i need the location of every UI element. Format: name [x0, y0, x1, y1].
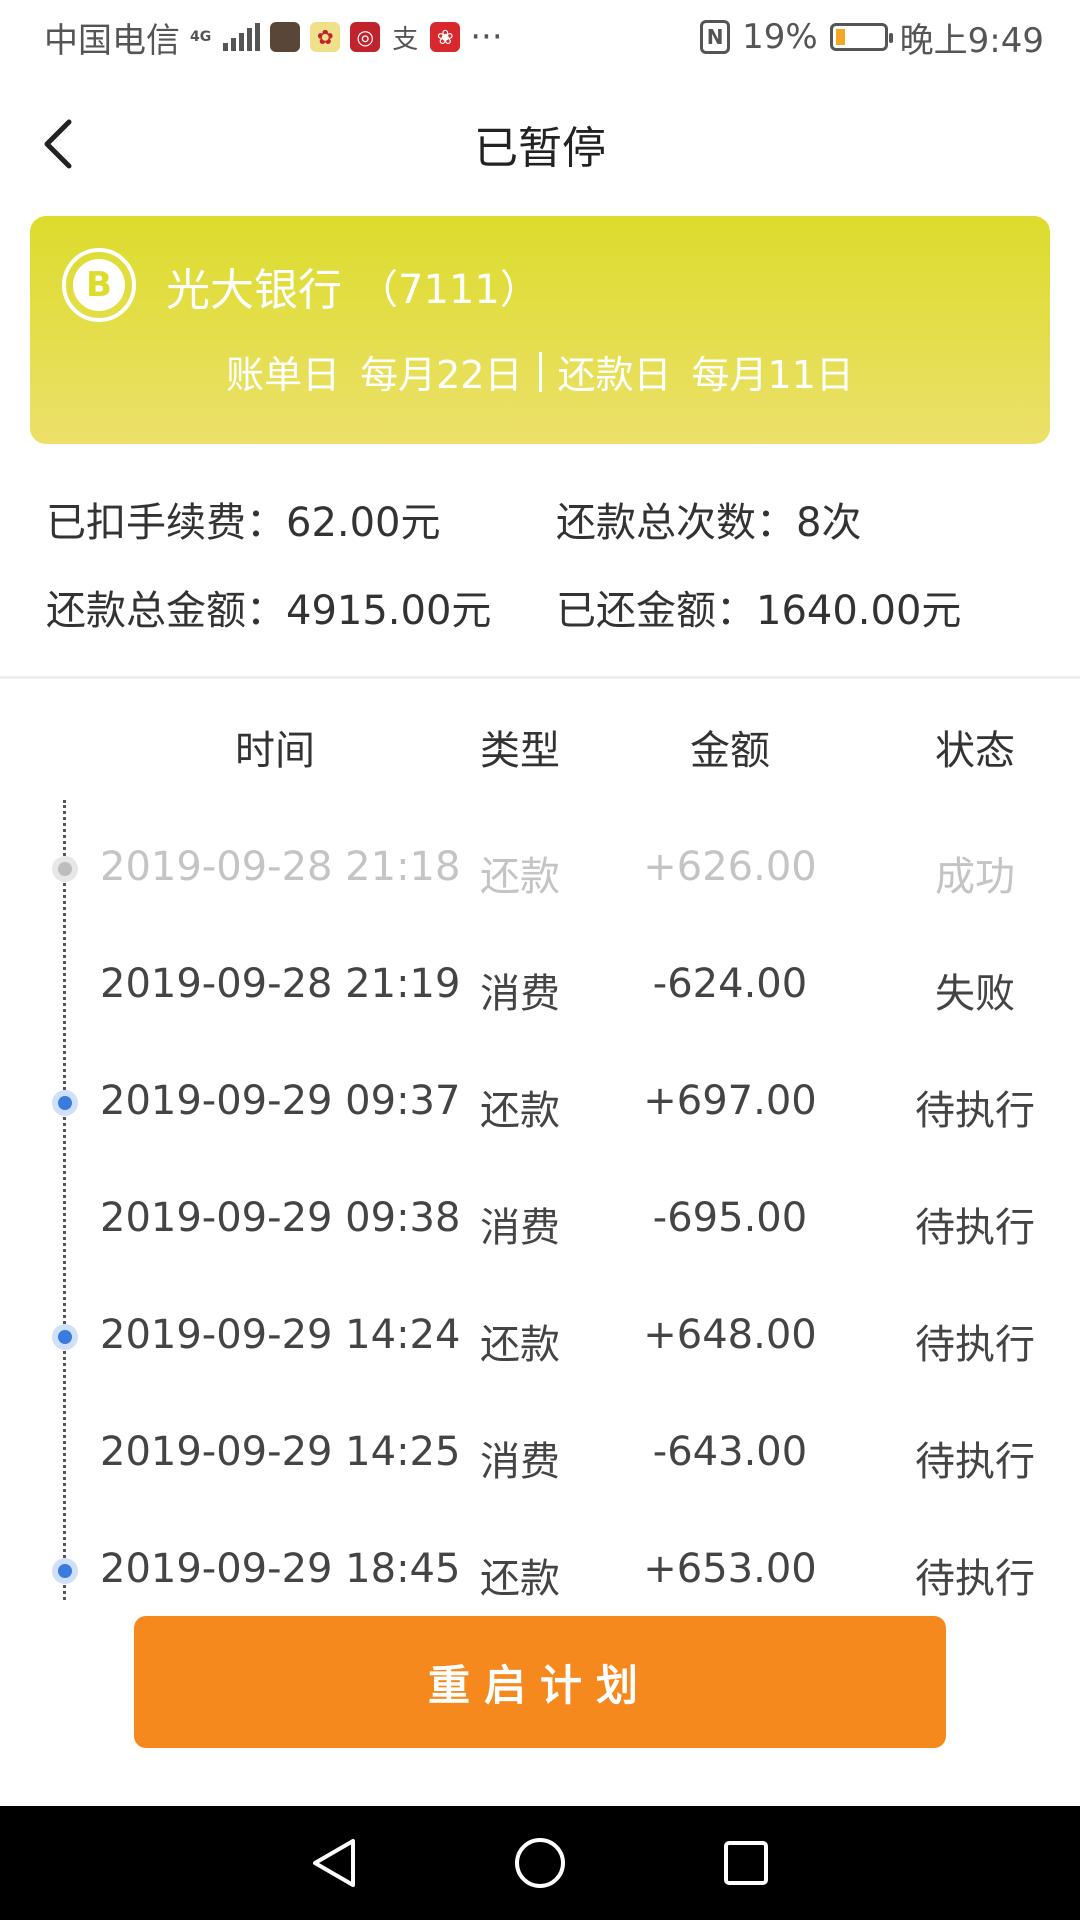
square-recent-icon: [724, 1841, 768, 1885]
bank-name-row: 光大银行 （7111）: [166, 254, 540, 318]
row-time: 2019-09-29 14:25: [100, 1429, 461, 1475]
list-item: 2019-09-29 14:24 还款 +648.00 待执行: [0, 1292, 1080, 1382]
nav-back-button[interactable]: [306, 1835, 362, 1891]
row-time: 2019-09-29 18:45: [100, 1546, 461, 1592]
billing-info: 账单日 每月22日 还款日 每月11日: [30, 344, 1050, 399]
more-notifications-icon: ···: [470, 17, 503, 57]
timeline-dot-icon: [52, 1090, 78, 1116]
repay-day-value: 每月11日: [691, 353, 854, 397]
status-bar: 中国电信 4G ✿ ◎ 支 ❀ ··· N 19% 晚上9:49: [0, 0, 1080, 74]
row-status: 待执行: [915, 1439, 1035, 1485]
row-amount: +648.00: [643, 1312, 817, 1358]
row-type: 还款: [480, 854, 560, 900]
nav-recent-button[interactable]: [718, 1835, 774, 1891]
row-status: 成功: [935, 854, 1015, 900]
list-item: 2019-09-29 09:38 消费 -695.00 待执行: [0, 1175, 1080, 1265]
signal-icon: [223, 23, 261, 51]
row-status: 失败: [935, 971, 1015, 1017]
battery-percent: 19%: [742, 17, 818, 57]
list-item: 2019-09-29 09:37 还款 +697.00 待执行: [0, 1058, 1080, 1148]
app-notification-icon: ✿: [310, 22, 341, 52]
page-title: 已暂停: [474, 123, 606, 174]
row-time: 2019-09-28 21:18: [100, 844, 461, 890]
list-item: 2019-09-28 21:19 消费 -624.00 失败: [0, 941, 1080, 1031]
bill-day-value: 每月22日: [360, 353, 523, 397]
row-type: 消费: [480, 1439, 560, 1485]
fee-stat: 已扣手续费：62.00元: [46, 500, 441, 546]
bill-day-label: 账单日: [226, 353, 341, 397]
status-right: N 19% 晚上9:49: [700, 13, 1044, 62]
carrier-label: 中国电信: [44, 20, 180, 61]
timeline-dot-icon: [52, 1324, 78, 1350]
bank-name: 光大银行: [166, 265, 342, 316]
system-nav-bar: [0, 1806, 1080, 1920]
row-status: 待执行: [915, 1556, 1035, 1602]
card-suffix: （7111）: [358, 267, 540, 313]
row-amount: +653.00: [643, 1546, 817, 1592]
alipay-notification-icon: 支: [392, 24, 419, 55]
nfc-icon: N: [700, 20, 731, 54]
huawei-notification-icon: ❀: [430, 22, 461, 52]
triangle-back-icon: [313, 1839, 355, 1887]
row-status: 待执行: [915, 1088, 1035, 1134]
row-type: 还款: [480, 1322, 560, 1368]
bank-notification-icon: ◎: [350, 22, 381, 52]
section-divider: [0, 676, 1080, 679]
column-header-time: 时间: [235, 728, 315, 774]
back-button[interactable]: [28, 114, 88, 174]
row-time: 2019-09-28 21:19: [100, 961, 461, 1007]
total-stat: 还款总金额：4915.00元: [46, 588, 492, 634]
app-notification-icon: [270, 22, 301, 52]
row-status: 待执行: [915, 1205, 1035, 1251]
timeline-dot-icon: [52, 1558, 78, 1584]
column-header-type: 类型: [480, 728, 560, 774]
list-item: 2019-09-29 18:45 还款 +653.00 待执行: [0, 1526, 1080, 1616]
timeline-dot-icon: [52, 856, 78, 882]
network-type: 4G: [190, 29, 212, 45]
row-type: 还款: [480, 1556, 560, 1602]
circle-home-icon: [515, 1838, 565, 1888]
repaid-stat: 已还金额：1640.00元: [556, 588, 962, 634]
billing-divider: [538, 351, 542, 392]
repay-day-label: 还款日: [557, 353, 672, 397]
row-amount: -643.00: [652, 1429, 808, 1475]
column-header-amount: 金额: [690, 728, 770, 774]
row-amount: +626.00: [643, 844, 817, 890]
row-amount: -624.00: [652, 961, 808, 1007]
column-header-status: 状态: [935, 728, 1015, 774]
bank-logo-icon: B: [62, 248, 136, 322]
bank-card: B 光大银行 （7111） 账单日 每月22日 还款日 每月11日: [30, 216, 1050, 444]
count-stat: 还款总次数：8次: [556, 500, 862, 546]
battery-icon: [829, 23, 893, 51]
row-time: 2019-09-29 09:38: [100, 1195, 461, 1241]
row-amount: -695.00: [652, 1195, 808, 1241]
page-header: 已暂停: [0, 74, 1080, 214]
row-type: 消费: [480, 971, 560, 1017]
chevron-left-icon: [44, 119, 72, 169]
row-amount: +697.00: [643, 1078, 817, 1124]
list-item: 2019-09-28 21:18 还款 +626.00 成功: [0, 824, 1080, 914]
list-item: 2019-09-29 14:25 消费 -643.00 待执行: [0, 1409, 1080, 1499]
restart-plan-button[interactable]: 重启计划: [134, 1616, 946, 1748]
row-time: 2019-09-29 09:37: [100, 1078, 461, 1124]
clock: 晚上9:49: [899, 20, 1044, 61]
row-status: 待执行: [915, 1322, 1035, 1368]
row-type: 还款: [480, 1088, 560, 1134]
status-left: 中国电信 4G ✿ ◎ 支 ❀ ···: [44, 13, 503, 62]
nav-home-button[interactable]: [512, 1835, 568, 1891]
row-type: 消费: [480, 1205, 560, 1251]
row-time: 2019-09-29 14:24: [100, 1312, 461, 1358]
